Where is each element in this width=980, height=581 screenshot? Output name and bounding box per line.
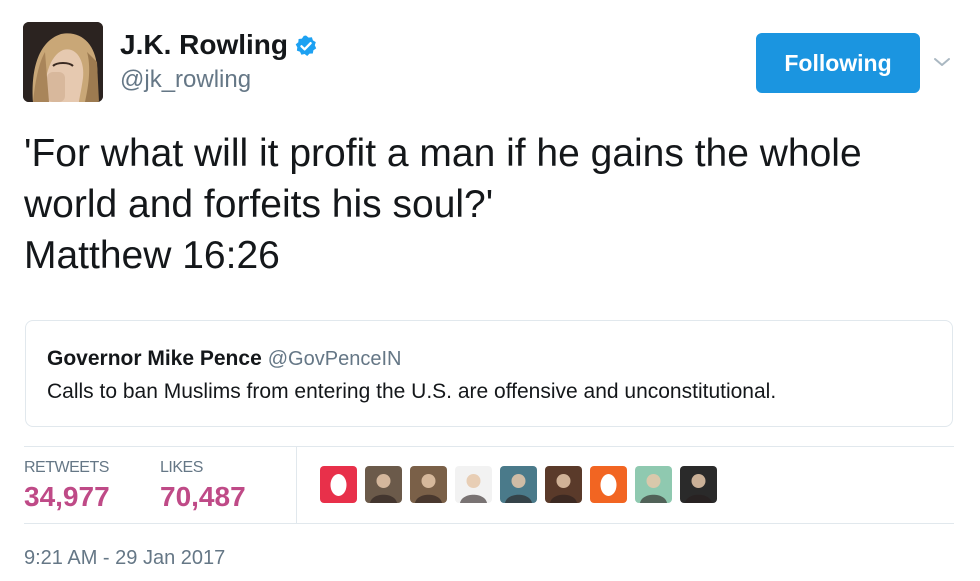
tweet-timestamp[interactable]: 9:21 AM - 29 Jan 2017 bbox=[24, 547, 225, 570]
verified-badge-icon bbox=[294, 33, 318, 57]
liker-avatar[interactable] bbox=[680, 466, 717, 503]
author-name-text[interactable]: J.K. Rowling bbox=[120, 29, 288, 61]
quoted-tweet-text: Calls to ban Muslims from entering the U… bbox=[47, 380, 777, 403]
tweet-text-line: world and forfeits his soul?' bbox=[24, 183, 494, 226]
liker-avatar[interactable] bbox=[500, 466, 537, 503]
tweet-text: 'For what will it profit a man if he gai… bbox=[24, 128, 964, 281]
tweet-text-line: Matthew 16:26 bbox=[24, 234, 280, 277]
liker-avatar[interactable] bbox=[410, 466, 447, 503]
retweets-stat[interactable]: RETWEETS 34,977 bbox=[24, 459, 110, 513]
liker-avatar[interactable] bbox=[455, 466, 492, 503]
retweets-count: 34,977 bbox=[24, 481, 110, 512]
author-display-name[interactable]: J.K. Rowling bbox=[120, 29, 318, 61]
liker-avatar[interactable] bbox=[365, 466, 402, 503]
liker-avatar[interactable] bbox=[545, 466, 582, 503]
quoted-tweet-header: Governor Mike Pence @GovPenceIN bbox=[47, 347, 401, 371]
likers-facepile bbox=[320, 466, 725, 503]
stats-divider bbox=[296, 447, 297, 524]
likes-label: LIKES bbox=[160, 459, 203, 476]
liker-avatar[interactable] bbox=[320, 466, 357, 503]
likes-stat[interactable]: LIKES 70,487 bbox=[160, 459, 246, 513]
likes-count: 70,487 bbox=[160, 481, 246, 512]
retweets-label: RETWEETS bbox=[24, 459, 109, 476]
quoted-author-name: Governor Mike Pence bbox=[47, 347, 262, 370]
liker-avatar[interactable] bbox=[590, 466, 627, 503]
tweet-text-line: 'For what will it profit a man if he gai… bbox=[24, 132, 862, 175]
liker-avatar[interactable] bbox=[635, 466, 672, 503]
tweet-card: J.K. Rowling @jk_rowling Following 'For … bbox=[0, 0, 980, 581]
quoted-author-handle: @GovPenceIN bbox=[267, 348, 402, 370]
author-avatar[interactable] bbox=[23, 22, 103, 102]
chevron-down-icon[interactable] bbox=[930, 50, 954, 74]
quoted-tweet[interactable]: Governor Mike Pence @GovPenceIN Calls to … bbox=[25, 320, 953, 427]
following-button[interactable]: Following bbox=[756, 33, 920, 93]
tweet-stats: RETWEETS 34,977 LIKES 70,487 bbox=[24, 446, 954, 524]
author-handle[interactable]: @jk_rowling bbox=[120, 66, 251, 94]
